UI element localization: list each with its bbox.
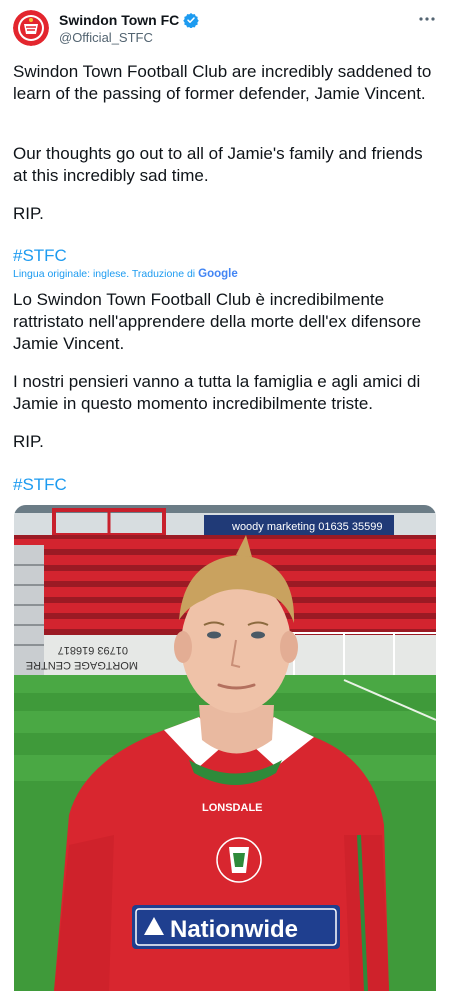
translated-text-paragraph-3: RIP. xyxy=(13,432,44,451)
banner-number-text: 01793 616817 xyxy=(58,644,128,656)
more-dots-icon[interactable] xyxy=(418,10,436,30)
tweet-text-paragraph-3: RIP. xyxy=(13,204,44,223)
banner-mortgage-text: MORTGAGE CENTRE xyxy=(26,659,138,671)
account-handle[interactable]: @Official_STFC xyxy=(59,30,153,45)
shirt-sponsor-text: Nationwide xyxy=(170,916,298,943)
verified-badge-icon xyxy=(183,12,200,29)
shirt-brand-text: LONSDALE xyxy=(202,802,263,814)
tweet-text-paragraph-1: Swindon Town Football Club are incredibl… xyxy=(13,62,432,103)
tweet-header: Swindon Town FC @Official_STFC xyxy=(13,10,438,50)
tweet-photo[interactable]: woody marketing 01635 35599 01793 616817… xyxy=(14,505,436,991)
player-photo-illustration: woody marketing 01635 35599 01793 616817… xyxy=(14,505,436,991)
account-name[interactable]: Swindon Town FC xyxy=(59,12,179,28)
google-logo: Google xyxy=(198,268,238,280)
sponsor-sign-text: woody marketing 01635 35599 xyxy=(231,521,382,533)
account-name-row[interactable]: Swindon Town FC xyxy=(59,12,200,29)
swindon-town-crest-icon[interactable] xyxy=(13,10,49,46)
translation-attribution[interactable]: Lingua originale: inglese. Traduzione di… xyxy=(13,268,238,280)
translated-hashtag-link[interactable]: #STFC xyxy=(13,474,438,496)
tweet-text-paragraph-2: Our thoughts go out to all of Jamie's fa… xyxy=(13,144,423,185)
translated-text-paragraph-1: Lo Swindon Town Football Club è incredib… xyxy=(13,290,422,353)
translated-text-paragraph-2: I nostri pensieri vanno a tutta la famig… xyxy=(13,372,421,413)
tweet-hashtag-link[interactable]: #STFC xyxy=(13,245,438,267)
translation-note-text: Lingua originale: inglese. Traduzione di xyxy=(13,268,196,280)
